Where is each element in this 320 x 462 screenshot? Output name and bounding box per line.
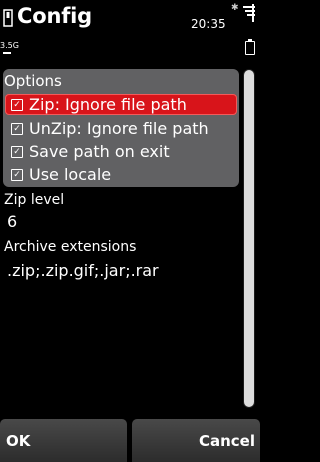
option-use-locale[interactable]: ✓ Use locale <box>5 164 237 185</box>
archive-extensions-value[interactable]: .zip;.zip.gif;.jar;.rar <box>7 261 159 280</box>
option-label: UnZip: Ignore file path <box>29 119 209 138</box>
zip-level-label: Zip level <box>4 192 65 208</box>
antenna-icon <box>243 4 255 22</box>
option-save-path-on-exit[interactable]: ✓ Save path on exit <box>5 141 237 162</box>
scrollbar-thumb[interactable] <box>244 70 254 407</box>
option-label: Use locale <box>29 165 112 184</box>
cancel-label: Cancel <box>198 432 255 450</box>
zip-level-value[interactable]: 6 <box>7 212 17 231</box>
ok-label: OK <box>6 432 31 450</box>
option-label: Save path on exit <box>29 142 170 161</box>
checkbox-icon[interactable]: ✓ <box>11 169 23 181</box>
signal-strength-icon <box>3 52 11 54</box>
options-title: Options <box>4 72 62 90</box>
scrollbar[interactable] <box>243 69 255 408</box>
checkbox-icon[interactable]: ✓ <box>11 123 23 135</box>
option-label: Zip: Ignore file path <box>29 95 187 114</box>
archive-extensions-label: Archive extensions <box>4 239 137 255</box>
app-icon <box>3 9 13 27</box>
battery-icon <box>245 39 255 55</box>
title-bar: Config ✱ 20:35 3.5G <box>0 0 260 62</box>
option-unzip-ignore-file-path[interactable]: ✓ UnZip: Ignore file path <box>5 118 237 139</box>
network-indicator: 3.5G <box>0 41 19 50</box>
page-title: Config <box>17 4 92 28</box>
clock: 20:35 <box>191 17 226 31</box>
option-zip-ignore-file-path[interactable]: ✓ Zip: Ignore file path <box>5 94 237 115</box>
ok-softkey[interactable]: OK <box>0 419 127 462</box>
checkbox-icon[interactable]: ✓ <box>11 99 23 111</box>
checkbox-icon[interactable]: ✓ <box>11 146 23 158</box>
bluetooth-icon: ✱ <box>231 3 239 13</box>
cancel-softkey[interactable]: Cancel <box>132 419 260 462</box>
